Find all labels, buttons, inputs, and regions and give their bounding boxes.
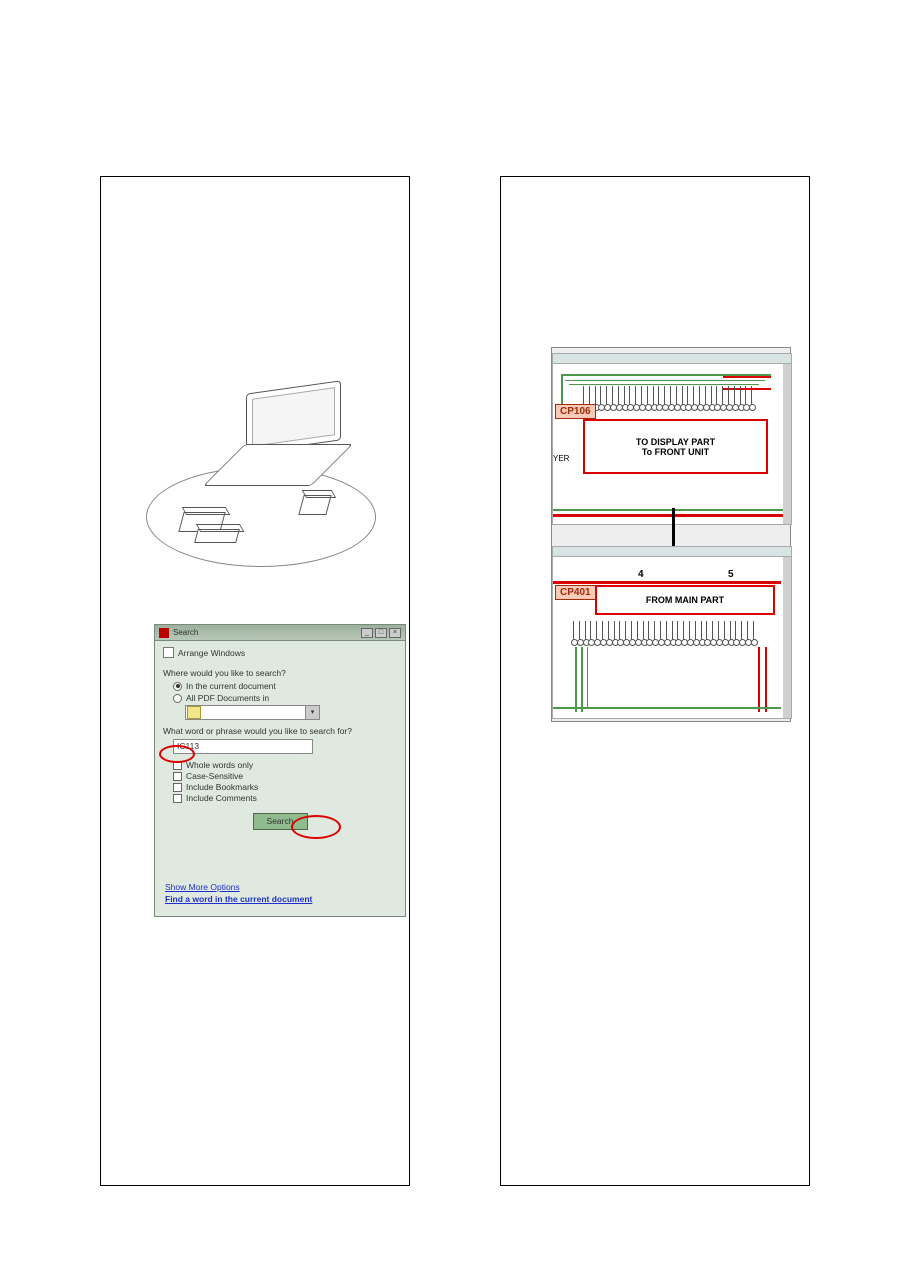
- find-word-link[interactable]: Find a word in the current document: [165, 894, 312, 904]
- link-box-line1: FROM MAIN PART: [646, 595, 724, 605]
- radio-current-document[interactable]: [173, 682, 182, 691]
- chevron-down-icon: ▾: [305, 706, 319, 719]
- pdf-toolbar: [553, 354, 791, 364]
- search-input[interactable]: IC113: [173, 739, 313, 754]
- scrollbar[interactable]: [783, 364, 791, 524]
- link-box-line2: To FRONT UNIT: [642, 447, 709, 457]
- close-button[interactable]: ×: [389, 628, 401, 638]
- arrange-windows-icon[interactable]: [163, 647, 174, 658]
- case-sensitive-label: Case-Sensitive: [186, 771, 243, 781]
- wiring-line: [565, 380, 765, 381]
- titlebar: Search _ □ ×: [155, 625, 405, 641]
- show-more-options-link[interactable]: Show More Options: [165, 882, 312, 892]
- wiring-line: [581, 647, 583, 712]
- minimize-button[interactable]: _: [361, 628, 373, 638]
- search-dialog: Search _ □ × Arrange Windows Where would…: [154, 624, 406, 917]
- right-panel: CP106 YER TO DISPLAY PART To FRONT UNIT: [500, 176, 810, 1186]
- diagram-bottom: 4 5 CP401 FROM MAIN PART: [552, 546, 792, 719]
- wiring-line: [561, 374, 563, 404]
- link-box-display[interactable]: TO DISPLAY PART To FRONT UNIT: [583, 419, 768, 474]
- scrollbar[interactable]: [783, 557, 791, 718]
- location-combo[interactable]: ▾: [185, 705, 320, 720]
- pin-row: [583, 386, 752, 408]
- media-box-icon: [298, 495, 331, 515]
- wiring-line: [575, 647, 577, 712]
- link-box-line1: TO DISPLAY PART: [636, 437, 715, 447]
- wiring-line: [569, 384, 759, 385]
- connector-tag-cp106: CP106: [555, 404, 596, 419]
- adobe-icon: [159, 628, 169, 638]
- radio-all-pdf[interactable]: [173, 694, 182, 703]
- border-line: [553, 581, 781, 584]
- media-box-icon: [194, 529, 240, 543]
- bookmarks-label: Include Bookmarks: [186, 782, 258, 792]
- window-title: Search: [173, 628, 361, 637]
- where-search-label: Where would you like to search?: [163, 668, 397, 678]
- laptop-illustration: [161, 387, 361, 577]
- checkbox-comments[interactable]: [173, 794, 182, 803]
- arrange-windows-label: Arrange Windows: [178, 648, 245, 658]
- folder-icon: [187, 706, 201, 719]
- wiring-line-red: [758, 647, 760, 712]
- maximize-button[interactable]: □: [375, 628, 387, 638]
- checkbox-whole-words[interactable]: [173, 761, 182, 770]
- connector-tag-cp401: CP401: [555, 585, 596, 600]
- wiring-line: [553, 509, 783, 511]
- whole-words-label: Whole words only: [186, 760, 253, 770]
- wiring-line: [587, 647, 588, 707]
- left-panel: Search _ □ × Arrange Windows Where would…: [100, 176, 410, 1186]
- diagram-top: CP106 YER TO DISPLAY PART To FRONT UNIT: [552, 353, 792, 525]
- comments-label: Include Comments: [186, 793, 257, 803]
- what-search-label: What word or phrase would you like to se…: [163, 726, 397, 736]
- checkbox-case-sensitive[interactable]: [173, 772, 182, 781]
- grid-coord-4: 4: [638, 569, 644, 580]
- search-button[interactable]: Search: [253, 813, 308, 830]
- wiring-line-red: [765, 647, 767, 712]
- link-box-main[interactable]: FROM MAIN PART: [595, 585, 775, 615]
- radio-current-label: In the current document: [186, 681, 276, 691]
- pin-row: [573, 621, 754, 643]
- border-line: [553, 514, 783, 517]
- diagram-comparison: CP106 YER TO DISPLAY PART To FRONT UNIT: [551, 347, 791, 722]
- checkbox-bookmarks[interactable]: [173, 783, 182, 792]
- radio-all-label: All PDF Documents in: [186, 693, 269, 703]
- grid-coord-5: 5: [728, 569, 734, 580]
- wiring-line-red: [723, 376, 771, 378]
- label-yer: YER: [553, 454, 569, 463]
- wiring-line: [553, 707, 781, 709]
- pdf-toolbar: [553, 547, 791, 557]
- laptop-icon: [246, 387, 354, 489]
